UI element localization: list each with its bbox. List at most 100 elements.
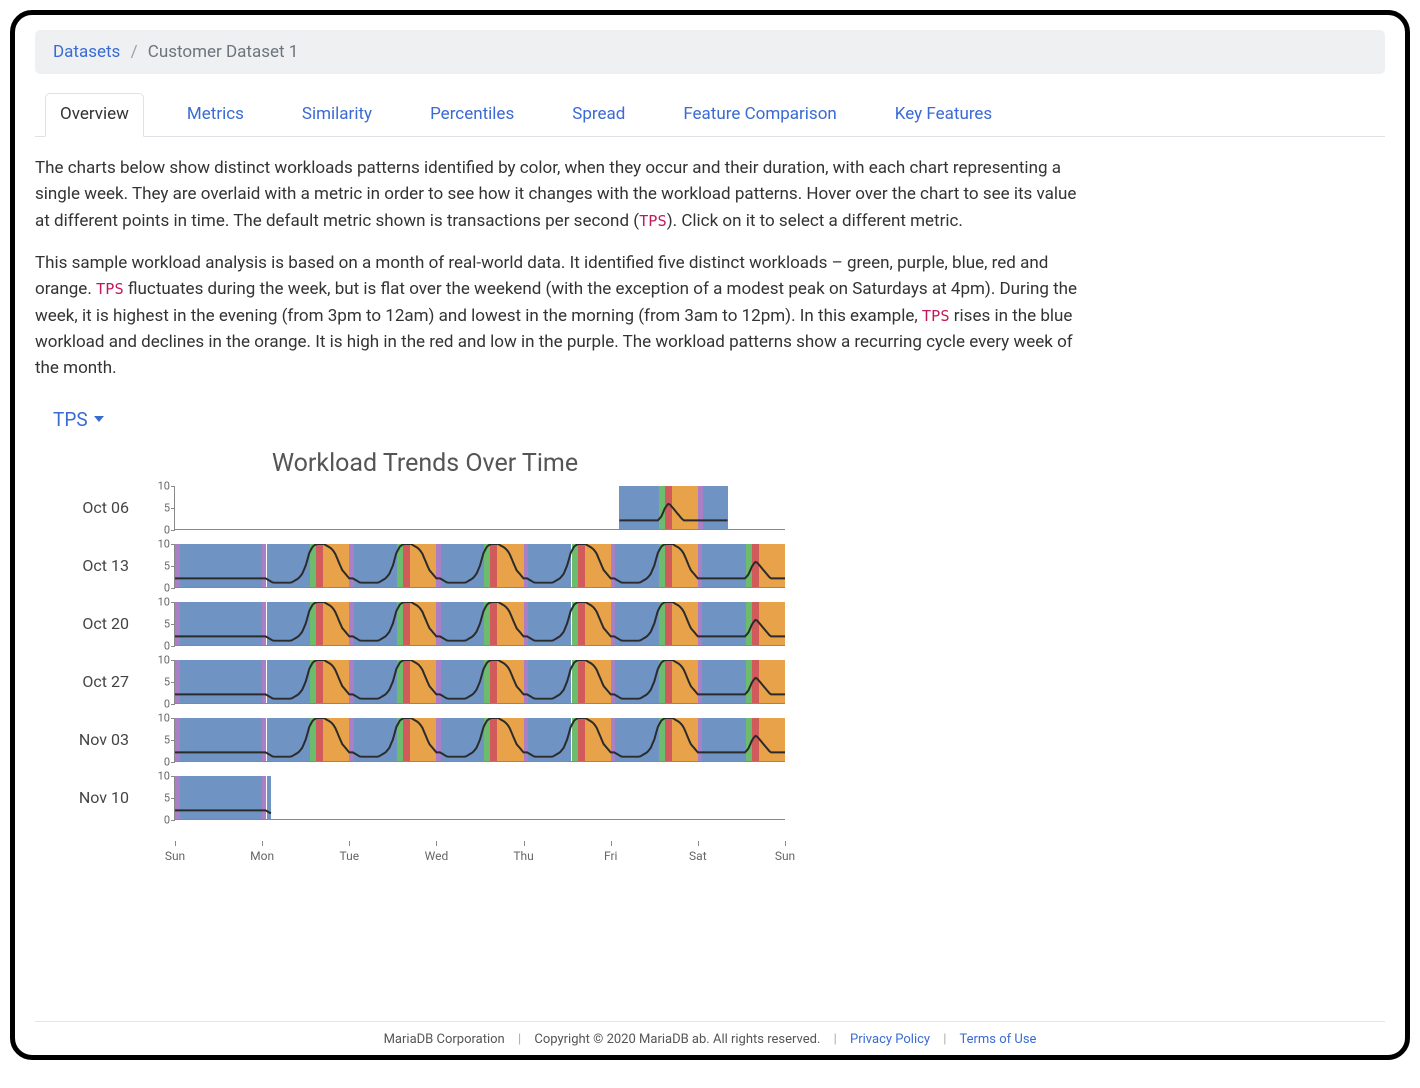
- chart-plot[interactable]: [175, 776, 785, 820]
- y-axis: 0510: [145, 602, 175, 646]
- workload-segment-orange: [410, 718, 436, 761]
- chart-plot[interactable]: [175, 544, 785, 588]
- workload-segment-blue: [703, 486, 728, 529]
- workload-segment-blue: [180, 718, 262, 761]
- tab-overview[interactable]: Overview: [45, 93, 144, 137]
- x-tick-label: Mon: [250, 849, 274, 863]
- workload-segment-blue: [619, 486, 658, 529]
- x-tick-label: Sun: [165, 849, 185, 863]
- workload-segment-blue: [267, 544, 311, 587]
- workload-segment-orange: [497, 602, 523, 645]
- workload-segment-orange: [585, 660, 611, 703]
- x-tick-label: Sun: [775, 849, 795, 863]
- chart-row-label: Oct 20: [45, 614, 145, 633]
- chart-row: Nov 030510: [45, 718, 1385, 762]
- workload-segment-red: [665, 660, 672, 703]
- tab-percentiles[interactable]: Percentiles: [415, 93, 529, 137]
- workload-segment-blue: [180, 776, 262, 819]
- workload-segment-blue: [354, 544, 398, 587]
- chart-row: Oct 200510: [45, 602, 1385, 646]
- chart-row: Oct 270510: [45, 660, 1385, 704]
- workload-segment-blue: [528, 602, 572, 645]
- workload-segment-blue: [180, 544, 262, 587]
- tps-code: TPS: [922, 307, 950, 325]
- breadcrumb-root-link[interactable]: Datasets: [53, 42, 120, 62]
- tab-feature-comparison[interactable]: Feature Comparison: [668, 93, 851, 137]
- workload-segment-blue: [267, 776, 271, 819]
- workload-segment-red: [665, 486, 672, 529]
- chart-plot[interactable]: [175, 718, 785, 762]
- workload-segment-blue: [615, 718, 659, 761]
- workload-segment-orange: [585, 544, 611, 587]
- workload-segment-orange: [585, 718, 611, 761]
- workload-segment-red: [490, 660, 497, 703]
- workload-charts: Oct 060510Oct 130510Oct 200510Oct 270510…: [45, 486, 1385, 892]
- workload-segment-red: [490, 602, 497, 645]
- footer-privacy-link[interactable]: Privacy Policy: [850, 1032, 930, 1047]
- workload-segment-orange: [323, 544, 349, 587]
- overview-description: The charts below show distinct workloads…: [35, 155, 1095, 398]
- workload-segment-red: [578, 660, 585, 703]
- workload-segment-red: [578, 602, 585, 645]
- chart-plot[interactable]: [175, 486, 785, 530]
- tab-bar: Overview Metrics Similarity Percentiles Spre…: [35, 92, 1385, 137]
- workload-segment-red: [316, 602, 323, 645]
- workload-segment-orange: [672, 718, 698, 761]
- tps-code: TPS: [96, 280, 124, 298]
- workload-segment-red: [316, 660, 323, 703]
- breadcrumb-separator: /: [131, 42, 138, 62]
- tab-spread[interactable]: Spread: [557, 93, 640, 137]
- workload-segment-red: [578, 718, 585, 761]
- workload-segment-blue: [267, 660, 311, 703]
- workload-segment-blue: [180, 660, 262, 703]
- chart-row-label: Oct 06: [45, 498, 145, 517]
- workload-segment-blue: [267, 718, 311, 761]
- tab-similarity[interactable]: Similarity: [287, 93, 387, 137]
- footer-terms-link[interactable]: Terms of Use: [959, 1032, 1036, 1047]
- workload-segment-orange: [759, 544, 785, 587]
- chevron-down-icon: [94, 416, 104, 422]
- breadcrumb: Datasets / Customer Dataset 1: [35, 30, 1385, 74]
- workload-segment-blue: [354, 660, 398, 703]
- workload-segment-blue: [441, 660, 485, 703]
- metric-dropdown[interactable]: TPS: [53, 408, 1385, 431]
- workload-segment-red: [490, 718, 497, 761]
- workload-segment-blue: [180, 602, 262, 645]
- workload-segment-blue: [615, 602, 659, 645]
- tab-key-features[interactable]: Key Features: [880, 93, 1007, 137]
- desc-p1-b: ). Click on it to select a different met…: [667, 211, 963, 231]
- y-axis: 0510: [145, 544, 175, 588]
- workload-segment-orange: [323, 602, 349, 645]
- tab-metrics[interactable]: Metrics: [172, 93, 259, 137]
- chart-row: Oct 130510: [45, 544, 1385, 588]
- workload-segment-red: [752, 544, 759, 587]
- workload-segment-red: [752, 660, 759, 703]
- chart-row: Nov 100510: [45, 776, 1385, 820]
- x-axis: SunMonTueWedThuFriSatSun: [175, 845, 785, 867]
- workload-segment-orange: [672, 486, 698, 529]
- workload-segment-blue: [528, 544, 572, 587]
- tps-code: TPS: [639, 212, 667, 230]
- workload-segment-red: [403, 718, 410, 761]
- workload-segment-blue: [441, 718, 485, 761]
- metric-dropdown-label: TPS: [53, 408, 88, 431]
- workload-segment-orange: [410, 602, 436, 645]
- chart-plot[interactable]: [175, 660, 785, 704]
- footer-copyright: Copyright © 2020 MariaDB ab. All rights …: [534, 1032, 820, 1047]
- workload-segment-red: [316, 544, 323, 587]
- workload-segment-red: [752, 602, 759, 645]
- x-tick-label: Fri: [604, 849, 617, 863]
- workload-segment-red: [403, 544, 410, 587]
- workload-segment-red: [665, 718, 672, 761]
- workload-segment-orange: [585, 602, 611, 645]
- x-tick-label: Wed: [425, 849, 449, 863]
- chart-row: Oct 060510: [45, 486, 1385, 530]
- workload-segment-orange: [672, 602, 698, 645]
- chart-row-label: Oct 27: [45, 672, 145, 691]
- workload-segment-blue: [702, 544, 746, 587]
- workload-segment-blue: [528, 718, 572, 761]
- footer-company: MariaDB Corporation: [384, 1032, 505, 1047]
- chart-plot[interactable]: [175, 602, 785, 646]
- chart-row-label: Nov 10: [45, 788, 145, 807]
- workload-segment-red: [403, 602, 410, 645]
